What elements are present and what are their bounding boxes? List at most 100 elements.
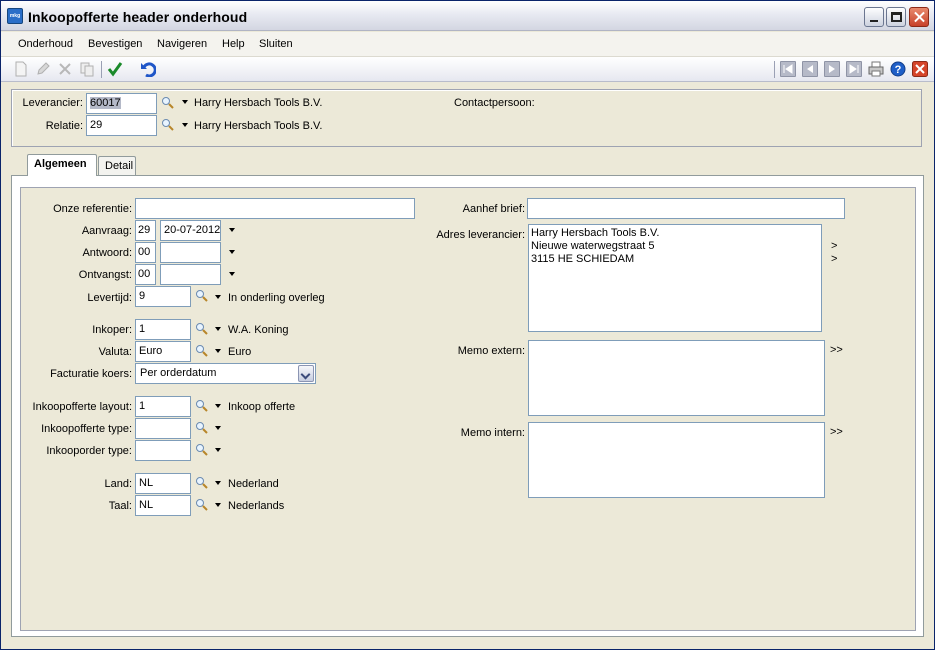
relatie-dropdown-arrow[interactable] xyxy=(181,121,189,129)
menu-help[interactable]: Help xyxy=(222,38,245,50)
address-line: Harry Hersbach Tools B.V. xyxy=(531,227,660,239)
print-icon[interactable] xyxy=(868,61,884,77)
search-icon[interactable] xyxy=(161,96,175,110)
levertijd-input[interactable]: 9 xyxy=(135,286,191,307)
facturatie-koers-select[interactable]: Per orderdatum xyxy=(135,363,316,384)
ontvangst-date-dropdown[interactable] xyxy=(228,270,236,278)
relatie-name: Harry Hersbach Tools B.V. xyxy=(194,120,323,132)
address-expand-arrow[interactable]: > xyxy=(831,240,837,252)
inkoopofferte-layout-dropdown-arrow[interactable] xyxy=(214,402,222,410)
tab-detail[interactable]: Detail xyxy=(98,156,136,176)
maximize-icon xyxy=(891,12,902,22)
land-label: Land: xyxy=(104,478,132,490)
search-icon[interactable] xyxy=(195,322,209,336)
taal-label: Taal: xyxy=(108,500,132,512)
antwoord-date-dropdown[interactable] xyxy=(228,248,236,256)
first-record-button[interactable] xyxy=(780,61,796,77)
ontvangst-week-input[interactable]: 00 xyxy=(135,264,156,285)
search-icon[interactable] xyxy=(195,399,209,413)
taal-input[interactable]: NL xyxy=(135,495,191,516)
onze-referentie-label: Onze referentie: xyxy=(53,203,132,215)
aanhef-brief-label: Aanhef brief: xyxy=(462,203,525,215)
delete-icon[interactable] xyxy=(57,61,73,77)
inkoopofferte-layout-input[interactable]: 1 xyxy=(135,396,191,417)
search-icon[interactable] xyxy=(161,118,175,132)
menu-bevestigen[interactable]: Bevestigen xyxy=(88,38,142,50)
adres-leverancier-label: Adres leverancier: xyxy=(436,229,525,241)
maximize-button[interactable] xyxy=(886,7,906,27)
close-window-button[interactable] xyxy=(909,7,929,27)
levertijd-label: Levertijd: xyxy=(87,292,132,304)
levertijd-dropdown-arrow[interactable] xyxy=(214,293,222,301)
antwoord-week-input[interactable]: 00 xyxy=(135,242,156,263)
undo-icon[interactable] xyxy=(140,61,156,77)
antwoord-label: Antwoord: xyxy=(82,247,132,259)
ontvangst-date-input[interactable] xyxy=(160,264,221,285)
menu-navigeren[interactable]: Navigeren xyxy=(157,38,207,50)
inkoopofferte-type-dropdown-arrow[interactable] xyxy=(214,424,222,432)
minimize-icon xyxy=(870,20,878,22)
title-bar[interactable]: mkg Inkoopofferte header onderhoud xyxy=(1,1,934,31)
search-icon[interactable] xyxy=(195,289,209,303)
window-title: Inkoopofferte header onderhoud xyxy=(28,9,248,25)
tab-algemeen[interactable]: Algemeen xyxy=(27,154,97,176)
close-form-icon[interactable] xyxy=(912,61,928,77)
search-icon[interactable] xyxy=(195,421,209,435)
onze-referentie-input[interactable] xyxy=(135,198,415,219)
aanvraag-week-input[interactable]: 29 xyxy=(135,220,156,241)
search-icon[interactable] xyxy=(195,476,209,490)
inkoper-dropdown-arrow[interactable] xyxy=(214,325,222,333)
memo-extern-expand-button[interactable]: >> xyxy=(830,344,843,356)
valuta-label: Valuta: xyxy=(98,346,132,358)
next-record-button[interactable] xyxy=(824,61,840,77)
valuta-desc: Euro xyxy=(228,346,252,358)
confirm-check-icon[interactable] xyxy=(107,61,123,77)
search-icon[interactable] xyxy=(195,443,209,457)
help-icon[interactable]: ? xyxy=(890,61,906,77)
address-expand-arrow[interactable]: > xyxy=(831,253,837,265)
leverancier-label: Leverancier: xyxy=(22,97,83,109)
adres-leverancier-textarea[interactable]: Harry Hersbach Tools B.V. Nieuwe waterwe… xyxy=(528,224,822,332)
leverancier-value: 60017 xyxy=(90,97,121,109)
memo-extern-textarea[interactable] xyxy=(528,340,825,416)
main-window: mkg Inkoopofferte header onderhoud Onder… xyxy=(0,0,935,650)
edit-pencil-icon[interactable] xyxy=(35,61,51,77)
land-dropdown-arrow[interactable] xyxy=(214,479,222,487)
inkoopofferte-layout-label: Inkoopofferte layout: xyxy=(32,401,132,413)
menu-onderhoud[interactable]: Onderhoud xyxy=(18,38,73,50)
facturatie-koers-label: Facturatie koers: xyxy=(50,368,132,380)
previous-record-button[interactable] xyxy=(802,61,818,77)
valuta-dropdown-arrow[interactable] xyxy=(214,347,222,355)
menu-bar: Onderhoud Bevestigen Navigeren Help Slui… xyxy=(1,32,934,57)
contactpersoon-label: Contactpersoon: xyxy=(454,97,535,109)
relatie-input[interactable]: 29 xyxy=(86,115,157,136)
minimize-button[interactable] xyxy=(864,7,884,27)
aanvraag-date-dropdown[interactable] xyxy=(228,226,236,234)
memo-intern-expand-button[interactable]: >> xyxy=(830,426,843,438)
chevron-down-icon[interactable] xyxy=(298,365,314,382)
aanhef-brief-input[interactable] xyxy=(527,198,845,219)
inkoper-input[interactable]: 1 xyxy=(135,319,191,340)
copy-icon[interactable] xyxy=(79,61,95,77)
memo-intern-textarea[interactable] xyxy=(528,422,825,498)
inkooporder-type-dropdown-arrow[interactable] xyxy=(214,446,222,454)
inkooporder-type-input[interactable] xyxy=(135,440,191,461)
antwoord-date-input[interactable] xyxy=(160,242,221,263)
taal-dropdown-arrow[interactable] xyxy=(214,501,222,509)
land-input[interactable]: NL xyxy=(135,473,191,494)
search-icon[interactable] xyxy=(195,498,209,512)
address-line: 3115 HE SCHIEDAM xyxy=(531,253,635,265)
search-icon[interactable] xyxy=(195,344,209,358)
leverancier-input[interactable]: 60017 xyxy=(86,93,157,114)
menu-sluiten[interactable]: Sluiten xyxy=(259,38,293,50)
aanvraag-date-input[interactable]: 20-07-2012 xyxy=(160,220,221,241)
memo-extern-label: Memo extern: xyxy=(457,345,525,357)
last-record-button[interactable] xyxy=(846,61,862,77)
levertijd-desc: In onderling overleg xyxy=(228,292,325,304)
new-document-icon[interactable] xyxy=(13,61,29,77)
valuta-input[interactable]: Euro xyxy=(135,341,191,362)
inkoopofferte-type-input[interactable] xyxy=(135,418,191,439)
inkoper-label: Inkoper: xyxy=(92,324,132,336)
inkoper-desc: W.A. Koning xyxy=(228,324,289,336)
leverancier-dropdown-arrow[interactable] xyxy=(181,98,189,106)
